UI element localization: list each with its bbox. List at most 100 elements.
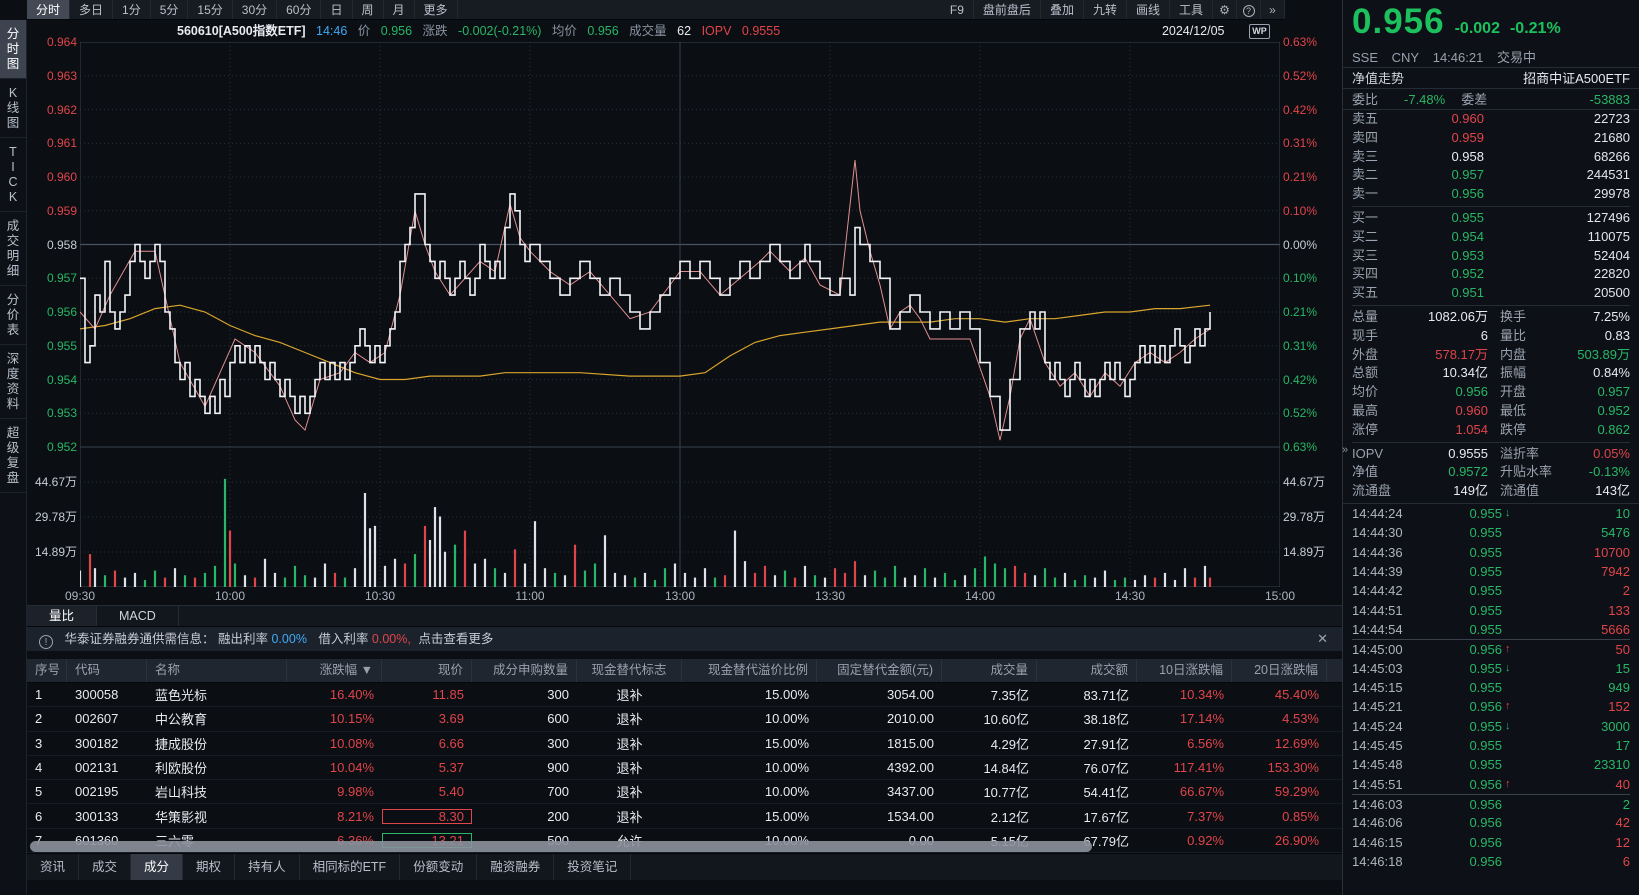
column-header-20日涨跌幅[interactable]: 20日涨跌幅 [1232, 659, 1327, 682]
tick-time: 14:44:42 [1352, 581, 1424, 600]
bid-row[interactable]: 买二0.954110075 [1352, 228, 1630, 247]
ask-row[interactable]: 卖三0.95868266 [1352, 148, 1630, 167]
nav-trend-link[interactable]: 净值走势 [1352, 68, 1404, 88]
period-tab-日[interactable]: 日 [321, 0, 352, 19]
column-header-成分申购数量[interactable]: 成分申购数量 [472, 659, 577, 682]
sidebar-item-超级复盘[interactable]: 超级复盘 [0, 419, 26, 493]
toolbar-item-F9[interactable]: F9 [941, 0, 974, 19]
toolbar-item-叠加[interactable]: 叠加 [1041, 0, 1084, 19]
ask-row[interactable]: 卖二0.957244531 [1352, 166, 1630, 185]
table-row[interactable]: 2002607中公教育10.15%3.69600退补10.00%2010.001… [27, 707, 1342, 731]
toolbar-item-工具[interactable]: 工具 [1170, 0, 1213, 19]
column-header-名称[interactable]: 名称 [147, 659, 287, 682]
column-header-代码[interactable]: 代码 [67, 659, 147, 682]
time-axis-label[interactable]: 15:00 [1250, 589, 1310, 603]
column-header-10日涨跌幅[interactable]: 10日涨跌幅 [1137, 659, 1232, 682]
notice-bar[interactable]: ! 华泰证券融券通供需信息： 融出利率 0.00% 借入利率 0.00%, 点击… [27, 627, 1342, 651]
period-tab-多日[interactable]: 多日 [70, 0, 113, 19]
table-row[interactable]: 1300058蓝色光标16.40%11.85300退补15.00%3054.00… [27, 683, 1342, 707]
time-axis-label[interactable]: 14:00 [950, 589, 1010, 603]
panel-collapse-icon[interactable]: » [1342, 440, 1352, 460]
period-tab-更多[interactable]: 更多 [415, 0, 458, 19]
period-tab-1分[interactable]: 1分 [113, 0, 151, 19]
sidebar-item-分价表[interactable]: 分价表 [0, 286, 26, 345]
bid-row[interactable]: 买三0.95352404 [1352, 247, 1630, 266]
column-header-固定替代金额(元)[interactable]: 固定替代金额(元) [817, 659, 942, 682]
column-header-成交额[interactable]: 成交额 [1037, 659, 1137, 682]
wp-window-icon[interactable]: WP [1249, 24, 1270, 39]
bottom-tab-融资融券[interactable]: 融资融券 [477, 854, 554, 880]
column-header-涨跌幅[interactable]: 涨跌幅 ▼ [287, 659, 382, 682]
sidebar-item-K线图[interactable]: K线图 [0, 79, 26, 138]
bid-row[interactable]: 买四0.95222820 [1352, 265, 1630, 284]
pct-axis-label: 0.31% [1283, 136, 1341, 150]
bid-row[interactable]: 买五0.95120500 [1352, 284, 1630, 303]
period-tab-30分[interactable]: 30分 [233, 0, 277, 19]
column-header-现金替代标志[interactable]: 现金替代标志 [577, 659, 682, 682]
bottom-tab-成交[interactable]: 成交 [79, 854, 131, 880]
period-tab-月[interactable]: 月 [384, 0, 415, 19]
sidebar-item-char: 交 [0, 234, 26, 249]
table-cell: 66.67% [1137, 784, 1232, 799]
time-axis-label[interactable]: 10:30 [350, 589, 410, 603]
column-header-现金替代溢价比例[interactable]: 现金替代溢价比例 [682, 659, 817, 682]
time-axis-label[interactable]: 09:30 [50, 589, 110, 603]
indicator-tab-MACD[interactable]: MACD [97, 606, 179, 626]
help-icon[interactable]: ? [1237, 0, 1261, 19]
nav-row[interactable]: 净值走势 招商中证A500ETF [1343, 68, 1639, 89]
up-arrow-icon: ↑ [1502, 775, 1518, 794]
sidebar-item-分时图[interactable]: 分时图 [0, 20, 26, 79]
horizontal-scrollbar[interactable] [27, 840, 1342, 853]
time-axis-label[interactable]: 10:00 [200, 589, 260, 603]
ask-row[interactable]: 卖五0.96022723 [1352, 110, 1630, 129]
column-header-序号[interactable]: 序号 [27, 659, 67, 682]
bottom-tab-成分[interactable]: 成分 [131, 854, 183, 880]
period-tab-15分[interactable]: 15分 [188, 0, 232, 19]
volume-axis-label: 29.78万 [1283, 510, 1341, 524]
table-row[interactable]: 6300133华策影视8.21%8.30200退补15.00%1534.002.… [27, 804, 1342, 828]
time-axis-label[interactable]: 13:30 [800, 589, 860, 603]
sidebar-item-TICK[interactable]: TICK [0, 138, 26, 212]
time-axis-label[interactable]: 14:30 [1100, 589, 1160, 603]
volume-axis-label: 44.67万 [1283, 475, 1341, 489]
period-tab-60分[interactable]: 60分 [277, 0, 321, 19]
toolbar-item-盘前盘后[interactable]: 盘前盘后 [974, 0, 1041, 19]
time-axis-label[interactable]: 13:00 [650, 589, 710, 603]
column-header-现价[interactable]: 现价 [382, 659, 472, 682]
table-row[interactable]: 4002131利欧股份10.04%5.37900退补10.00%4392.001… [27, 756, 1342, 780]
notice-more-link[interactable]: 点击查看更多 [418, 632, 493, 646]
sidebar-item-深度资料[interactable]: 深度资料 [0, 345, 26, 419]
period-tab-分时[interactable]: 分时 [27, 0, 70, 19]
bottom-tab-相同标的ETF[interactable]: 相同标的ETF [300, 854, 401, 880]
scrollbar-thumb[interactable] [30, 841, 1092, 852]
column-header-成交量[interactable]: 成交量 [942, 659, 1037, 682]
close-icon[interactable]: ✕ [1317, 627, 1328, 651]
bottom-tab-资讯[interactable]: 资讯 [27, 854, 79, 880]
instrument-code-name: 560610[A500指数ETF] [177, 24, 306, 38]
indicator-tab-量比[interactable]: 量比 [27, 606, 97, 626]
tick-row: 14:44:540.9555666 [1352, 620, 1630, 639]
timeseries-chart[interactable]: 0.9640.9630.9620.9610.9600.9590.9580.957… [27, 42, 1342, 623]
toolbar-item-画线[interactable]: 画线 [1127, 0, 1170, 19]
collapse-expander[interactable]: » [27, 651, 1342, 659]
period-tab-5分[interactable]: 5分 [151, 0, 189, 19]
table-row[interactable]: 5002195岩山科技9.98%5.40700退补10.00%3437.0010… [27, 780, 1342, 804]
tick-row: 14:44:360.95510700 [1352, 543, 1630, 562]
toolbar-item-九转[interactable]: 九转 [1084, 0, 1127, 19]
bottom-tab-持有人[interactable]: 持有人 [235, 854, 300, 880]
sidebar-item-成交明细[interactable]: 成交明细 [0, 212, 26, 286]
bottom-tab-份额变动[interactable]: 份额变动 [400, 854, 477, 880]
chart-svg[interactable] [80, 42, 1280, 587]
table-row[interactable]: 3300182捷成股份10.08%6.66300退补15.00%1815.004… [27, 732, 1342, 756]
gear-icon[interactable]: ⚙ [1213, 0, 1237, 19]
toolbar-collapse-icon[interactable]: » [1261, 0, 1285, 19]
period-tab-周[interactable]: 周 [353, 0, 384, 19]
bottom-tab-投资笔记[interactable]: 投资笔记 [554, 854, 631, 880]
time-axis-label[interactable]: 11:00 [500, 589, 560, 603]
ask-row[interactable]: 卖四0.95921680 [1352, 129, 1630, 148]
bid-row[interactable]: 买一0.955127496 [1352, 209, 1630, 228]
bottom-tab-期权[interactable]: 期权 [183, 854, 235, 880]
chart-date: 2024/12/05 [1162, 24, 1225, 38]
tick-row: 14:44:390.9557942 [1352, 562, 1630, 581]
ask-row[interactable]: 卖一0.95629978 [1352, 185, 1630, 204]
